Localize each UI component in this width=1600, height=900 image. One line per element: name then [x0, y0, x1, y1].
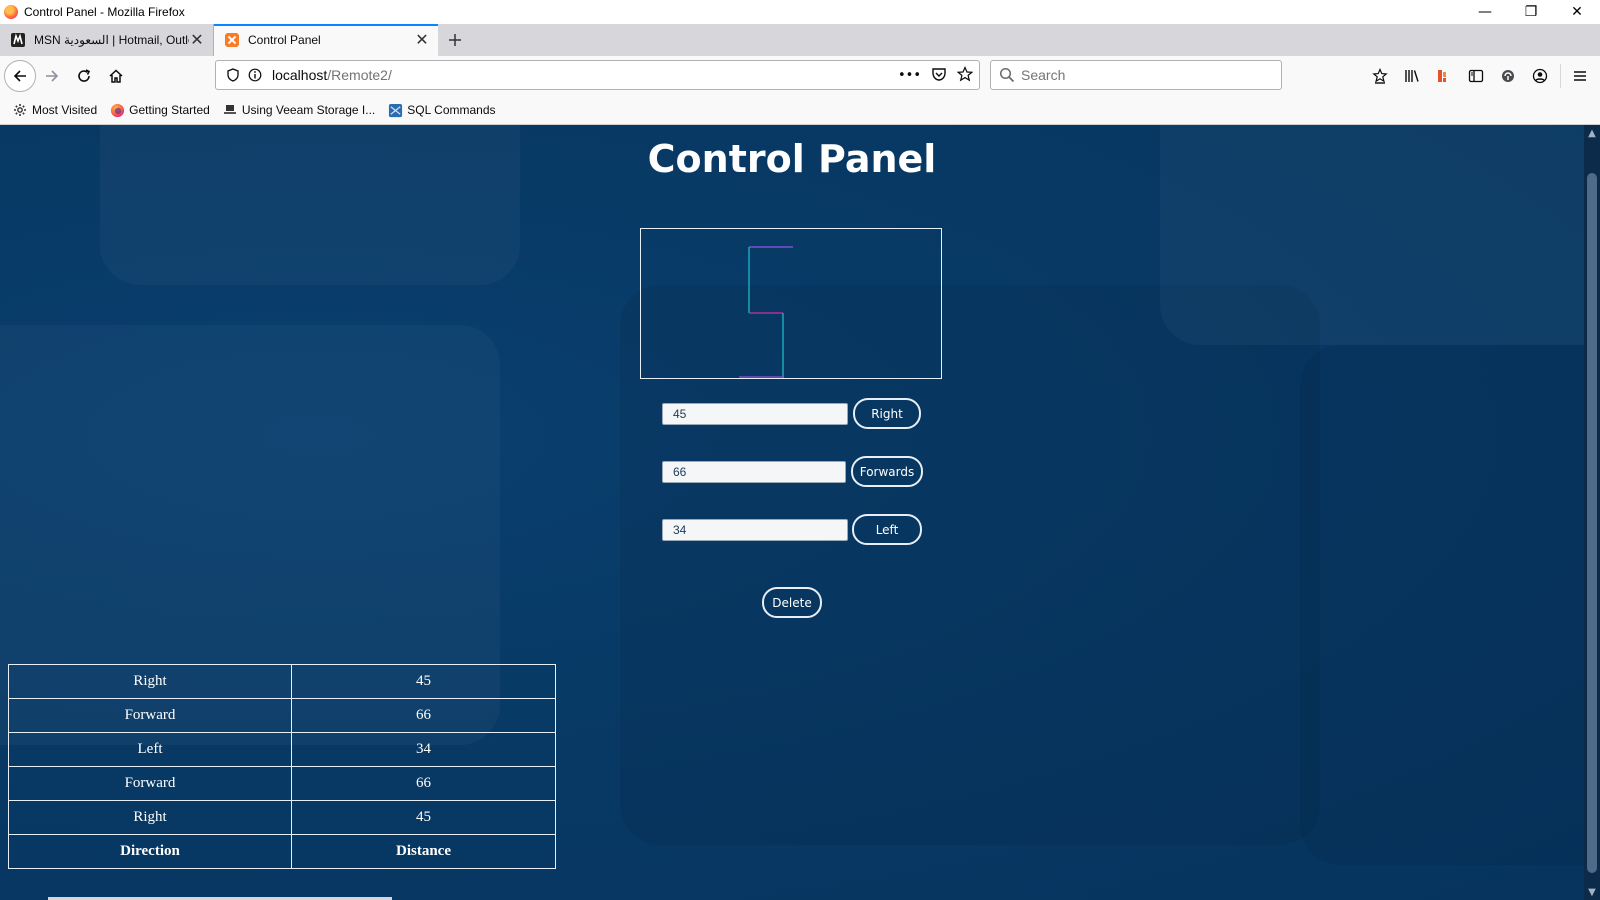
delete-button[interactable]: Delete — [762, 587, 822, 618]
sync-icon[interactable] — [1496, 64, 1520, 88]
toolbar-icons — [1368, 60, 1552, 92]
tab-label: Control Panel — [248, 33, 321, 47]
table-row: Right 45 — [8, 664, 556, 699]
forwards-distance-input[interactable] — [662, 461, 846, 483]
arrow-left-icon — [13, 70, 26, 82]
url-text[interactable]: localhost/Remote2/ — [272, 67, 392, 83]
direction-header: Direction — [8, 834, 292, 869]
sidebar-icon[interactable] — [1464, 64, 1488, 88]
extension-icon[interactable] — [1432, 64, 1456, 88]
shield-icon[interactable] — [222, 68, 244, 82]
account-icon[interactable] — [1528, 64, 1552, 88]
sql-icon — [387, 102, 403, 118]
left-button[interactable]: Left — [852, 514, 922, 545]
home-button[interactable] — [100, 60, 132, 92]
gear-icon — [12, 102, 28, 118]
table-row: Forward 66 — [8, 698, 556, 733]
close-tab-icon[interactable]: ✕ — [414, 30, 430, 50]
bookmark-label: Most Visited — [32, 103, 98, 117]
bookmark-label: Using Veeam Storage I... — [241, 103, 376, 117]
distance-cell: 66 — [291, 766, 556, 801]
distance-cell: 66 — [291, 698, 556, 733]
direction-cell: Forward — [8, 698, 292, 733]
bookmark-getting-started[interactable]: Getting Started — [109, 102, 210, 118]
library-icon[interactable] — [1400, 64, 1424, 88]
new-tab-button[interactable] — [438, 24, 472, 56]
forward-button[interactable] — [36, 60, 68, 92]
bookmark-label: Getting Started — [129, 103, 210, 117]
scroll-down-icon[interactable]: ▼ — [1584, 884, 1600, 900]
page-actions-button[interactable]: ••• — [898, 68, 921, 83]
page-content: Control Panel Right Forwards Left Delete… — [0, 125, 1584, 900]
pocket-icon[interactable] — [931, 66, 947, 85]
tab-control-panel[interactable]: Control Panel ✕ — [214, 24, 438, 56]
search-input[interactable] — [1019, 66, 1263, 84]
bookmark-label: SQL Commands — [407, 103, 496, 117]
direction-cell: Right — [8, 664, 292, 699]
back-button[interactable] — [4, 60, 36, 92]
url-host: localhost — [272, 67, 328, 83]
url-path: /Remote2/ — [327, 67, 392, 83]
plus-icon — [449, 34, 461, 46]
bookmark-most-visited[interactable]: Most Visited — [12, 102, 97, 118]
path-canvas — [640, 228, 942, 379]
firefox-icon — [109, 102, 125, 118]
hamburger-menu-icon — [1574, 71, 1586, 81]
xampp-icon — [224, 32, 240, 48]
restore-button[interactable]: ❐ — [1508, 0, 1554, 24]
scrollbar-thumb[interactable] — [1587, 173, 1597, 873]
distance-cell: 45 — [291, 664, 556, 699]
navigation-toolbar: localhost/Remote2/ ••• — [0, 56, 1600, 96]
right-distance-input[interactable] — [662, 403, 848, 425]
reload-button[interactable] — [68, 60, 100, 92]
scroll-up-icon[interactable]: ▲ — [1584, 125, 1600, 141]
path-drawing — [739, 246, 793, 378]
forwards-button[interactable]: Forwards — [851, 456, 923, 487]
window-title: Control Panel - Mozilla Firefox — [24, 5, 185, 19]
movement-log-table: Right 45 Forward 66 Left 34 Forward 66 R… — [8, 664, 556, 869]
distance-cell: 45 — [291, 800, 556, 835]
table-row: Forward 66 — [8, 766, 556, 801]
right-button[interactable]: Right — [853, 398, 921, 429]
msn-icon — [10, 32, 26, 48]
distance-header: Distance — [291, 834, 556, 869]
toolbar-separator — [1560, 64, 1561, 88]
left-distance-input[interactable] — [662, 519, 848, 541]
bookmark-sql-commands[interactable]: SQL Commands — [387, 102, 496, 118]
downloads-star-icon[interactable] — [1368, 64, 1392, 88]
table-header-row: Direction Distance — [8, 834, 556, 869]
table-row: Right 45 — [8, 800, 556, 835]
home-icon — [109, 69, 123, 83]
url-bar[interactable]: localhost/Remote2/ ••• — [215, 60, 980, 90]
tab-strip: MSN السعودية | Hotmail, Outlo ✕ Control … — [0, 24, 1600, 56]
tab-label: MSN السعودية | Hotmail, Outlo — [34, 33, 189, 47]
window-titlebar: Control Panel - Mozilla Firefox — ❐ ✕ — [0, 0, 1600, 24]
table-row: Left 34 — [8, 732, 556, 767]
page-title: Control Panel — [647, 137, 937, 181]
info-icon[interactable] — [244, 68, 266, 82]
bookmarks-toolbar: Most Visited Getting Started Using Veeam… — [0, 96, 1600, 125]
direction-cell: Right — [8, 800, 292, 835]
search-icon — [999, 67, 1015, 83]
tab-msn[interactable]: MSN السعودية | Hotmail, Outlo ✕ — [0, 24, 214, 56]
minimize-button[interactable]: — — [1462, 0, 1508, 24]
bookmark-veeam[interactable]: Using Veeam Storage I... — [222, 102, 375, 118]
veeam-icon — [222, 102, 238, 118]
arrow-right-icon — [46, 70, 59, 82]
url-bar-actions: ••• — [898, 61, 974, 89]
menu-button[interactable] — [1568, 64, 1592, 88]
close-tab-icon[interactable]: ✕ — [189, 30, 205, 50]
direction-cell: Left — [8, 732, 292, 767]
window-controls: — ❐ ✕ — [1462, 0, 1600, 24]
distance-cell: 34 — [291, 732, 556, 767]
reload-icon — [78, 69, 91, 82]
search-bar[interactable] — [990, 60, 1282, 90]
vertical-scrollbar[interactable]: ▲ ▼ — [1584, 125, 1600, 900]
bookmark-star-icon[interactable] — [956, 65, 974, 85]
close-window-button[interactable]: ✕ — [1554, 0, 1600, 24]
background-shape — [1300, 345, 1584, 865]
firefox-logo-icon — [4, 5, 18, 19]
direction-cell: Forward — [8, 766, 292, 801]
